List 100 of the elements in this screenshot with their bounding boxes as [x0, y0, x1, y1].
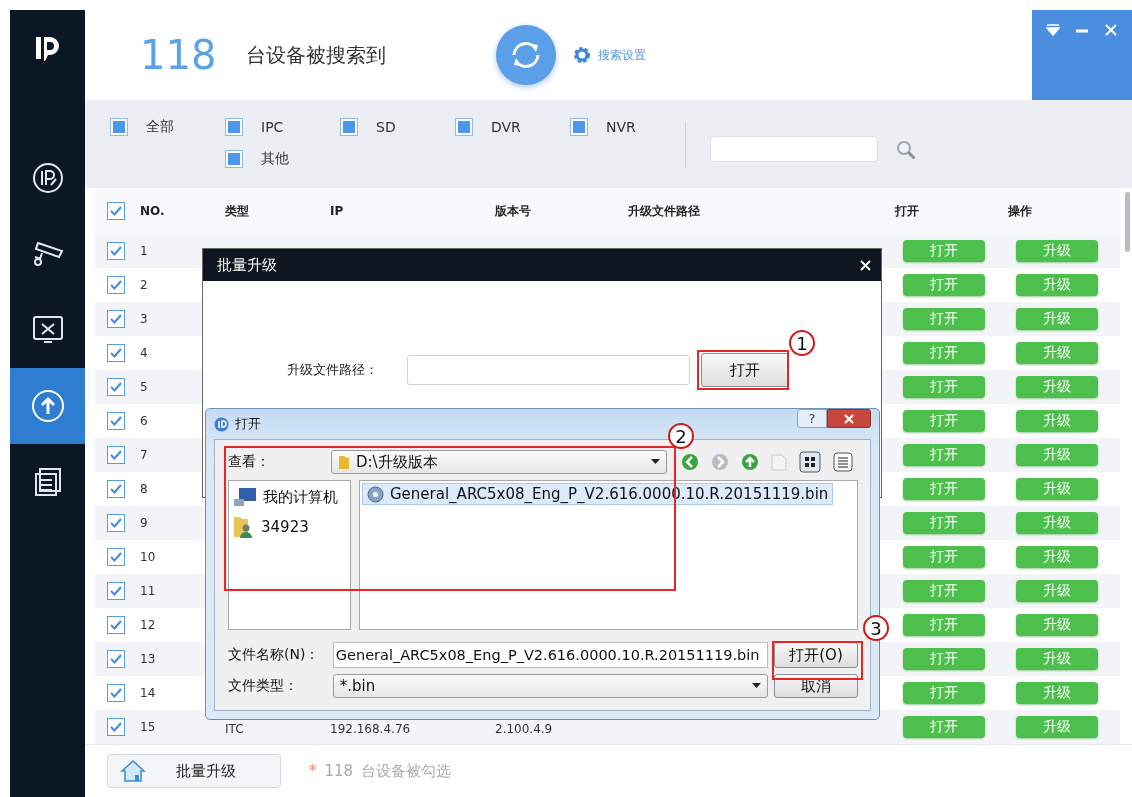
row-checkbox[interactable] [107, 378, 125, 396]
open-button[interactable]: 打开 [903, 444, 985, 466]
path-field[interactable] [407, 355, 690, 385]
selected-count: 118 [324, 762, 354, 780]
upgrade-button[interactable]: 升级 [1016, 478, 1098, 500]
table-cell: 9 [140, 516, 148, 530]
open-button[interactable]: 打开(O) [774, 642, 858, 668]
row-checkbox[interactable] [107, 242, 125, 260]
filename-label: 文件名称(N)： [228, 646, 321, 664]
row-checkbox[interactable] [107, 718, 125, 736]
select-all-checkbox[interactable] [107, 202, 125, 220]
upgrade-button[interactable]: 升级 [1016, 274, 1098, 296]
table-cell: 1 [140, 244, 148, 258]
dropdown-button[interactable] [1043, 22, 1062, 38]
table-cell: 4 [140, 346, 148, 360]
filter-checkbox[interactable]: 其他 [225, 148, 340, 170]
row-checkbox[interactable] [107, 412, 125, 430]
row-checkbox[interactable] [107, 514, 125, 532]
open-button[interactable]: 打开 [903, 614, 985, 636]
table-cell: 6 [140, 414, 148, 428]
close-button[interactable] [827, 409, 871, 428]
windows-icon [33, 467, 62, 497]
column-header: NO. [140, 204, 166, 218]
close-icon [860, 259, 871, 271]
open-button[interactable]: 打开 [903, 274, 985, 296]
place-item[interactable]: 34923 [233, 515, 309, 539]
open-button[interactable]: 打开 [903, 580, 985, 602]
back-icon [681, 453, 699, 471]
search-field[interactable] [710, 136, 878, 162]
row-checkbox[interactable] [107, 446, 125, 464]
upgrade-button[interactable]: 升级 [1016, 376, 1098, 398]
upgrade-button[interactable]: 升级 [1016, 580, 1098, 602]
row-checkbox[interactable] [107, 276, 125, 294]
filter-checkbox[interactable]: SD [340, 116, 455, 138]
open-button[interactable]: 打开 [903, 240, 985, 262]
computer-icon [233, 487, 257, 507]
scrollbar[interactable] [1125, 192, 1130, 252]
help-button[interactable]: ? [797, 409, 827, 428]
dropdown-icon [1045, 24, 1060, 36]
upgrade-button[interactable]: 升级 [1016, 716, 1098, 738]
row-checkbox[interactable] [107, 650, 125, 668]
place-item[interactable]: 我的计算机 [233, 487, 338, 507]
search-settings-link[interactable]: 搜索设置 [572, 45, 647, 65]
upgrade-button[interactable]: 升级 [1016, 308, 1098, 330]
close-icon [1104, 24, 1119, 36]
row-checkbox[interactable] [107, 344, 125, 362]
column-header: IP [330, 204, 345, 218]
column-header: 版本号 [495, 202, 532, 220]
open-button[interactable]: 打开 [903, 376, 985, 398]
refresh-button[interactable] [496, 25, 557, 85]
table-cell: 14 [140, 686, 156, 700]
filename-field[interactable]: General_ARC5x08_Eng_P_V2.616.0000.10.R.20151119.bin [332, 642, 768, 668]
upgrade-button[interactable]: 升级 [1016, 410, 1098, 432]
open-button[interactable]: 打开 [903, 478, 985, 500]
upgrade-button[interactable]: 升级 [1016, 648, 1098, 670]
open-button[interactable]: 打开 [701, 353, 789, 387]
column-header: 操作 [1008, 202, 1033, 220]
open-button[interactable]: 打开 [903, 716, 985, 738]
upgrade-icon [30, 389, 65, 423]
close-icon [843, 413, 855, 424]
upgrade-button[interactable]: 升级 [1016, 614, 1098, 636]
upgrade-button[interactable]: 升级 [1016, 546, 1098, 568]
dialog-title: 打开 [235, 415, 261, 433]
table-cell: 2 [140, 278, 148, 292]
upgrade-button[interactable]: 升级 [1016, 240, 1098, 262]
row-checkbox[interactable] [107, 582, 125, 600]
filter-checkbox[interactable]: 全部 [110, 116, 225, 138]
filetype-dropdown[interactable]: *.bin [332, 674, 768, 698]
filter-checkbox[interactable]: NVR [570, 116, 685, 138]
table-cell: ITC [225, 721, 244, 736]
filter-checkbox[interactable]: DVR [455, 116, 570, 138]
folder-icon [338, 454, 350, 470]
app-icon [214, 416, 229, 432]
batch-upgrade-button[interactable]: 批量升级 [107, 754, 281, 788]
row-checkbox[interactable] [107, 616, 125, 634]
disc-icon [367, 485, 384, 503]
user-folder-icon [233, 515, 255, 539]
open-button[interactable]: 打开 [903, 512, 985, 534]
open-button[interactable]: 打开 [903, 682, 985, 704]
open-button[interactable]: 打开 [903, 546, 985, 568]
upgrade-button[interactable]: 升级 [1016, 342, 1098, 364]
row-checkbox[interactable] [107, 684, 125, 702]
upgrade-button[interactable]: 升级 [1016, 512, 1098, 534]
filter-checkbox[interactable]: IPC [225, 116, 340, 138]
folder-dropdown[interactable]: D:\升级版本 [331, 450, 667, 474]
open-button[interactable]: 打开 [903, 342, 985, 364]
open-button[interactable]: 打开 [903, 648, 985, 670]
open-button[interactable]: 打开 [903, 410, 985, 432]
upgrade-button[interactable]: 升级 [1016, 444, 1098, 466]
forward-icon [711, 453, 729, 471]
row-checkbox[interactable] [107, 310, 125, 328]
device-count: 118 [140, 32, 217, 78]
house-icon [120, 759, 146, 783]
row-checkbox[interactable] [107, 548, 125, 566]
table-cell: 2.100.4.9 [495, 721, 553, 736]
upgrade-button[interactable]: 升级 [1016, 682, 1098, 704]
open-button[interactable]: 打开 [903, 308, 985, 330]
tools-icon [31, 314, 64, 346]
selected-text: 台设备被勾选 [361, 761, 452, 781]
row-checkbox[interactable] [107, 480, 125, 498]
